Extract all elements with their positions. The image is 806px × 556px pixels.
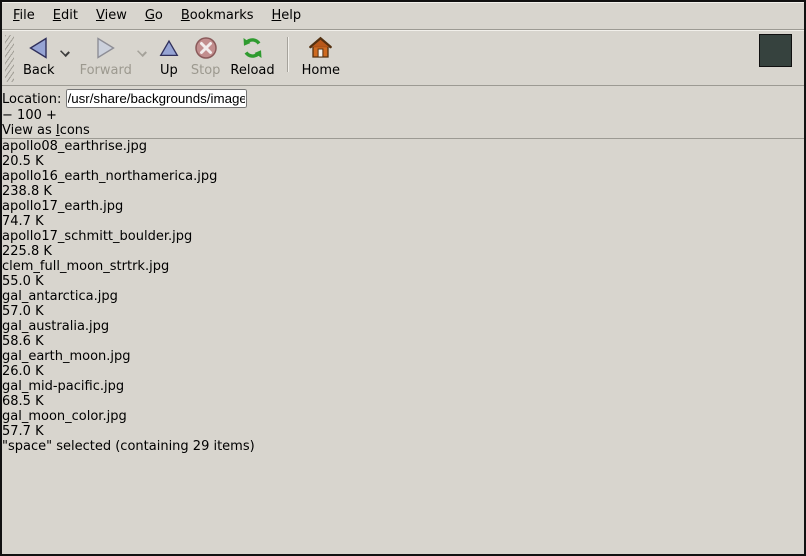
menu-item-go[interactable]: Go [136,5,172,26]
file-name: apollo17_schmitt_boulder.jpg [2,229,804,244]
file-name: gal_mid-pacific.jpg [2,379,804,394]
file-name: apollo08_earthrise.jpg [2,139,804,154]
up-icon [157,33,181,63]
menu-item-view[interactable]: View [87,5,136,26]
file-size: 58.6 K [2,334,804,349]
toolbar-separator [287,37,288,72]
back-icon [25,33,52,63]
icon-view[interactable]: apollo08_earthrise.jpg20.5 Kapollo16_ear… [2,139,804,439]
forward-button-label: Forward [80,63,132,79]
stop-button[interactable]: Stop [186,32,226,80]
up-button[interactable]: Up [152,32,186,80]
reload-button-label: Reload [230,63,274,79]
forward-icon [92,33,119,63]
file-item[interactable]: gal_mid-pacific.jpg68.5 K [2,379,804,409]
throbber-icon [762,37,789,64]
toolbar: Back Forward Up Stop Reload Home [2,30,804,85]
file-item[interactable]: apollo08_earthrise.jpg20.5 K [2,139,804,169]
up-button-label: Up [160,63,178,79]
file-size: 55.0 K [2,274,804,289]
status-text: "space" selected (containing 29 items) [2,439,255,454]
file-name: gal_moon_color.jpg [2,409,804,424]
file-item[interactable]: gal_moon_color.jpg57.7 K [2,409,804,439]
file-item[interactable]: apollo16_earth_northamerica.jpg238.8 K [2,169,804,199]
icon-row: apollo08_earthrise.jpg20.5 Kapollo16_ear… [2,139,804,289]
zoom-in-button[interactable]: + [46,108,57,123]
file-item[interactable]: gal_australia.jpg58.6 K [2,319,804,349]
file-name: gal_earth_moon.jpg [2,349,804,364]
menu-item-edit[interactable]: Edit [44,5,87,26]
file-name: gal_australia.jpg [2,319,804,334]
main-area: apollo08_earthrise.jpg20.5 Kapollo16_ear… [2,139,804,439]
stop-icon [193,33,219,63]
zoom-out-button[interactable]: − [2,108,13,123]
file-size: 57.0 K [2,304,804,319]
location-input[interactable] [66,89,247,108]
menu-item-file[interactable]: File [4,5,44,26]
file-name: clem_full_moon_strtrk.jpg [2,259,804,274]
forward-button[interactable]: Forward [75,32,137,80]
file-size: 238.8 K [2,184,804,199]
back-history-dropdown[interactable] [58,33,73,63]
throbber [759,34,792,67]
location-label: Location: [2,92,61,107]
file-name: apollo16_earth_northamerica.jpg [2,169,804,184]
view-as-dropdown[interactable]: View as Icons [2,123,804,138]
location-bar: Location: − 100 + View as Icons [2,86,804,138]
file-name: apollo17_earth.jpg [2,199,804,214]
stop-button-label: Stop [191,63,221,79]
zoom-controls: − 100 + [2,108,804,123]
file-item[interactable]: gal_antarctica.jpg57.0 K [2,289,804,319]
file-size: 26.0 K [2,364,804,379]
back-button-label: Back [23,63,55,79]
home-icon [307,33,334,63]
menu-item-help[interactable]: Help [263,5,311,26]
file-size: 57.7 K [2,424,804,439]
file-item[interactable]: apollo17_schmitt_boulder.jpg225.8 K [2,229,804,259]
file-item[interactable]: apollo17_earth.jpg74.7 K [2,199,804,229]
toolbar-buttons: Back Forward Up Stop Reload Home [18,32,345,80]
reload-icon [239,33,266,63]
file-size: 225.8 K [2,244,804,259]
home-button[interactable]: Home [297,32,345,80]
icon-row: gal_antarctica.jpg57.0 Kgal_australia.jp… [2,289,804,439]
file-size: 20.5 K [2,154,804,169]
file-item[interactable]: gal_earth_moon.jpg26.0 K [2,349,804,379]
file-name: gal_antarctica.jpg [2,289,804,304]
forward-history-dropdown[interactable] [135,33,150,63]
menu-item-bookmarks[interactable]: Bookmarks [172,5,263,26]
zoom-level: 100 [17,108,42,123]
file-manager-window: FileEditViewGoBookmarksHelp Back Forward U… [0,0,806,556]
home-button-label: Home [302,63,340,79]
file-size: 74.7 K [2,214,804,229]
toolbar-drag-handle[interactable] [5,35,14,82]
status-bar: "space" selected (containing 29 items) [2,439,804,454]
view-as-label: View as Icons [2,123,90,138]
menu-bar: FileEditViewGoBookmarksHelp [2,2,804,29]
back-button[interactable]: Back [18,32,60,80]
file-item[interactable]: clem_full_moon_strtrk.jpg55.0 K [2,259,804,289]
file-size: 68.5 K [2,394,804,409]
reload-button[interactable]: Reload [225,32,279,80]
